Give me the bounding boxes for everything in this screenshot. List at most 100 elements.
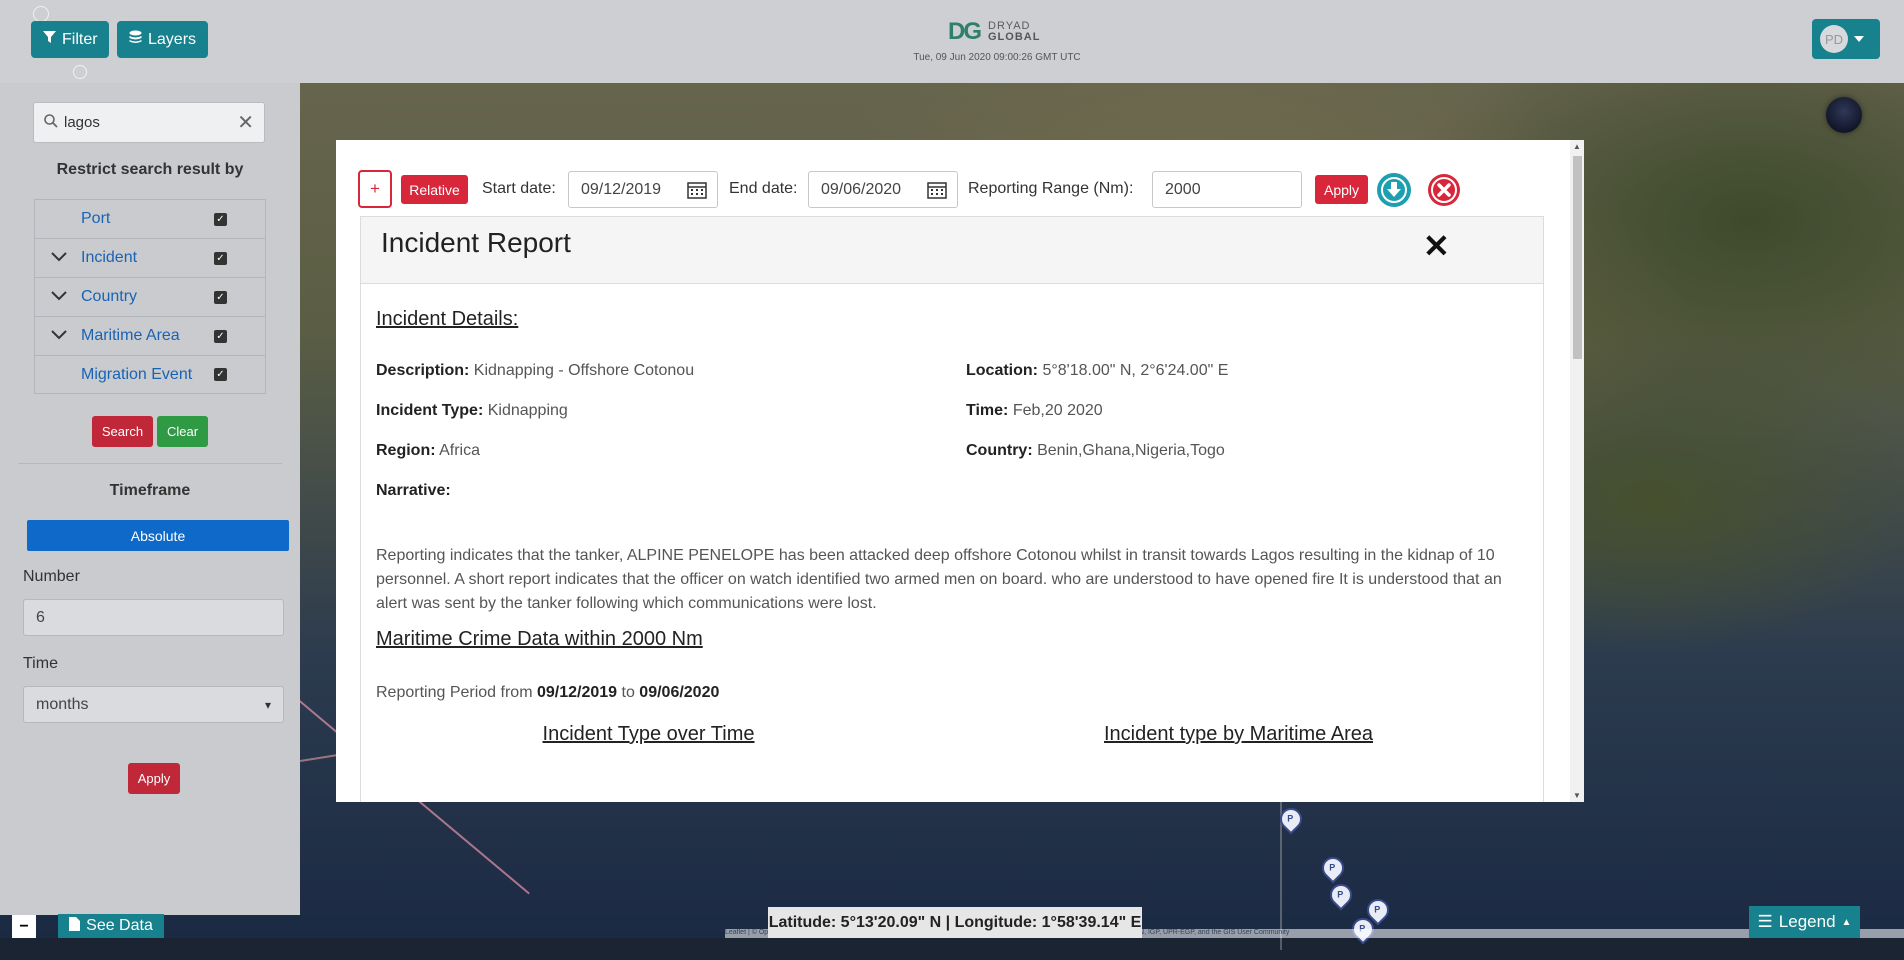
restrict-title: Restrict search result by	[56, 161, 244, 178]
period-to: 09/06/2020	[639, 684, 720, 701]
filter-label: Filter	[62, 30, 98, 48]
clear-button[interactable]: Clear	[157, 416, 208, 447]
country-value: Benin,Ghana,Nigeria,Togo	[1037, 442, 1225, 459]
timeframe-apply-button[interactable]: Apply	[128, 763, 180, 794]
location-key: Location:	[966, 362, 1038, 379]
map-marker-dark[interactable]	[1826, 97, 1862, 133]
number-label: Number	[23, 568, 80, 585]
filter-item-incident[interactable]: Incident ✓	[34, 238, 266, 277]
caret-up-icon: ▲	[1841, 916, 1852, 928]
relative-button[interactable]: Relative	[401, 175, 468, 204]
see-data-label: See Data	[86, 917, 153, 934]
filter-label[interactable]: Port	[81, 210, 110, 228]
narrative-row: Narrative:	[376, 482, 451, 500]
scroll-up-icon[interactable]: ▲	[1573, 142, 1581, 151]
incident-type-value: Kidnapping	[487, 402, 568, 419]
scroll-down-icon[interactable]: ▼	[1573, 791, 1581, 800]
chevron-down-icon[interactable]	[51, 288, 67, 306]
chart-title-incident-type-over-time: Incident Type over Time	[542, 723, 755, 745]
incident-type-row: Incident Type: Kidnapping	[376, 402, 568, 420]
chevron-down-icon: ▾	[264, 697, 271, 712]
start-date-value: 09/12/2019	[581, 180, 661, 198]
report-title: Incident Report	[381, 227, 571, 258]
zoom-out-button[interactable]: −	[12, 915, 36, 938]
country-key: Country:	[966, 442, 1033, 459]
description-row: Description: Kidnapping - Offshore Coton…	[376, 362, 694, 380]
end-date-input[interactable]: 09/06/2020	[808, 171, 958, 208]
filter-label[interactable]: Incident	[81, 249, 137, 267]
maritime-heading: Maritime Crime Data within 2000 Nm	[376, 628, 703, 650]
logo-mark: DG	[948, 18, 982, 45]
port-marker[interactable]: P	[1325, 879, 1357, 911]
layers-label: Layers	[148, 30, 197, 48]
time-value: Feb,20 2020	[1012, 402, 1103, 419]
chevron-down-icon[interactable]	[51, 327, 67, 345]
port-marker[interactable]: P	[1317, 852, 1349, 884]
time-label: Time	[23, 655, 58, 672]
absolute-button[interactable]: Absolute	[27, 520, 289, 551]
filter-item-migration-event[interactable]: Migration Event ✓	[34, 355, 266, 394]
divider	[18, 463, 282, 464]
report-header: Incident Report ✕	[361, 217, 1543, 284]
description-value: Kidnapping - Offshore Cotonou	[473, 362, 695, 379]
region-value: Africa	[439, 442, 481, 459]
incident-report-modal: + Relative Start date: 09/12/2019 End da…	[336, 140, 1584, 802]
filter-label[interactable]: Migration Event	[81, 366, 192, 384]
incident-type-key: Incident Type:	[376, 402, 484, 419]
layers-button[interactable]: Layers	[117, 21, 208, 58]
avatar: PD	[1820, 25, 1848, 53]
location-row: Location: 5°8'18.00" N, 2°6'24.00" E	[966, 362, 1228, 380]
filter-icon	[43, 30, 56, 49]
period-prefix: Reporting Period from	[376, 684, 533, 701]
filter-checkbox[interactable]: ✓	[214, 368, 227, 381]
search-button[interactable]: Search	[92, 416, 153, 447]
scroll-thumb[interactable]	[1573, 156, 1582, 359]
logo-line2: GLOBAL	[988, 31, 1041, 43]
add-button[interactable]: +	[358, 170, 392, 208]
report-toolbar: + Relative Start date: 09/12/2019 End da…	[358, 170, 1558, 208]
calendar-icon[interactable]	[927, 181, 947, 199]
time-value: months	[36, 695, 89, 713]
filter-item-port[interactable]: Port ✓	[34, 199, 266, 238]
modal-scrollbar[interactable]: ▲ ▼	[1570, 140, 1584, 802]
close-icon[interactable]: ✕	[1423, 227, 1450, 265]
filter-label[interactable]: Country	[81, 288, 137, 306]
legend-button[interactable]: ☰ Legend ▲	[1749, 906, 1860, 938]
search-value: lagos	[64, 114, 100, 131]
narrative-key: Narrative:	[376, 482, 451, 499]
calendar-icon[interactable]	[687, 181, 707, 199]
map-ring-icon	[73, 65, 87, 79]
filter-button[interactable]: Filter	[31, 21, 109, 58]
end-date-label: End date:	[729, 180, 798, 197]
logo-text: DRYAD GLOBAL	[988, 21, 1040, 43]
download-icon[interactable]	[1376, 172, 1412, 208]
time-row: Time: Feb,20 2020	[966, 402, 1103, 420]
start-date-input[interactable]: 09/12/2019	[568, 171, 718, 208]
filter-checkbox[interactable]: ✓	[214, 329, 227, 343]
see-data-button[interactable]: See Data	[58, 914, 164, 938]
filter-checkbox[interactable]: ✓	[214, 212, 227, 226]
range-label: Reporting Range (Nm):	[968, 180, 1134, 197]
coordinates-readout: Latitude: 5°13'20.09" N | Longitude: 1°5…	[768, 907, 1142, 938]
list-icon: ☰	[1757, 912, 1773, 931]
filter-item-country[interactable]: Country ✓	[34, 277, 266, 316]
filter-checkbox[interactable]: ✓	[214, 290, 227, 304]
top-bar: Filter Layers DG DRYAD GLOBAL Tue, 09 Ju…	[0, 0, 1904, 83]
user-menu-button[interactable]: PD	[1812, 19, 1880, 59]
layers-icon	[129, 30, 142, 49]
clear-search-icon[interactable]: ✕	[237, 110, 254, 135]
narrative-text: Reporting indicates that the tanker, ALP…	[376, 547, 1502, 612]
filter-list: Port ✓ Incident ✓ Country ✓ Maritime Are…	[34, 199, 266, 394]
range-input[interactable]: 2000	[1152, 171, 1302, 208]
time-select[interactable]: months ▾	[23, 686, 284, 723]
range-value: 2000	[1165, 180, 1201, 198]
close-circle-icon[interactable]	[1426, 172, 1462, 208]
filter-label[interactable]: Maritime Area	[81, 327, 180, 345]
filter-checkbox[interactable]: ✓	[214, 251, 227, 265]
filter-item-maritime-area[interactable]: Maritime Area ✓	[34, 316, 266, 355]
number-input[interactable]: 6	[23, 599, 284, 636]
search-input[interactable]: lagos ✕	[33, 102, 265, 143]
apply-button[interactable]: Apply	[1315, 175, 1368, 204]
start-date-label: Start date:	[482, 180, 556, 197]
chevron-down-icon[interactable]	[51, 249, 67, 267]
